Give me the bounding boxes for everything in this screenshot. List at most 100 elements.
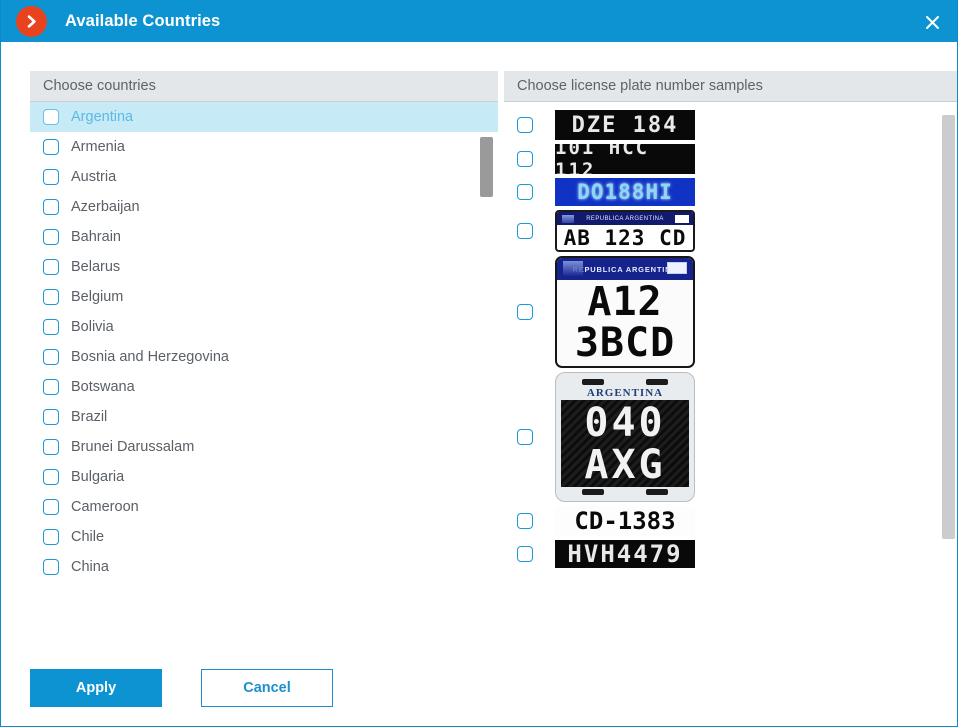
chevron-right-circle-icon	[16, 5, 47, 37]
country-list-item[interactable]: Austria	[30, 162, 498, 192]
plate-list-item[interactable]: ARGENTINA 040 AXG	[504, 372, 957, 502]
plate-text: 101 HCC 112	[555, 144, 650, 174]
country-list-item[interactable]: Brazil	[30, 402, 498, 432]
country-list-item[interactable]: Bolivia	[30, 312, 498, 342]
license-plate-image[interactable]: ARGENTINA 040 AXG	[555, 372, 695, 502]
plates-list[interactable]: DZE 184 101 HCC 112 DO188HI REPUBLICA ARGEN…	[504, 102, 957, 601]
country-label: Austria	[71, 169, 117, 185]
country-list-item[interactable]: Azerbaijan	[30, 192, 498, 222]
country-checkbox[interactable]	[43, 259, 59, 275]
plate-text: 040 AXG	[561, 400, 689, 487]
plate-checkbox[interactable]	[517, 513, 533, 529]
country-label: Azerbaijan	[71, 199, 140, 215]
plate-checkbox[interactable]	[517, 151, 533, 167]
plate-checkbox[interactable]	[517, 429, 533, 445]
sunburst-icon	[562, 214, 574, 223]
plate-list-item[interactable]: DZE 184	[504, 110, 957, 140]
countries-scrollbar[interactable]	[480, 102, 493, 601]
country-label: Brazil	[71, 409, 108, 425]
plates-scroll-thumb[interactable]	[942, 115, 955, 539]
country-list-item[interactable]: Bulgaria	[30, 462, 498, 492]
plate-country-band: REPUBLICA ARGENTINA	[557, 212, 693, 225]
plate-list-item[interactable]: REPUBLICA ARGENTINA A12 3BCD	[504, 256, 957, 368]
plate-list-item[interactable]: CD-1383	[504, 506, 957, 536]
country-list-item[interactable]: Botswana	[30, 372, 498, 402]
available-countries-dialog: Available Countries Choose countries Arg…	[0, 0, 958, 727]
plate-list-item[interactable]: DO188HI	[504, 178, 957, 206]
plate-checkbox[interactable]	[517, 223, 533, 239]
country-label: Botswana	[71, 379, 135, 395]
plate-list-item[interactable]: HVH4479	[504, 540, 957, 568]
country-label: Bahrain	[71, 229, 121, 245]
country-label: Armenia	[71, 139, 125, 155]
country-list-item[interactable]: Bosnia and Herzegovina	[30, 342, 498, 372]
country-list-item[interactable]: Belarus	[30, 252, 498, 282]
plate-band-text: REPUBLICA ARGENTINA	[586, 215, 664, 222]
country-list-item[interactable]: Brunei Darussalam	[30, 432, 498, 462]
window-title: Available Countries	[65, 11, 221, 30]
country-label: China	[71, 559, 109, 575]
country-checkbox[interactable]	[43, 529, 59, 545]
country-checkbox[interactable]	[43, 229, 59, 245]
country-list-item[interactable]: Cameroon	[30, 492, 498, 522]
plate-band-text: REPUBLICA ARGENTINA	[572, 264, 678, 274]
country-label: Belarus	[71, 259, 121, 275]
license-plate-image[interactable]: HVH4479	[555, 540, 695, 568]
plate-country-band: REPUBLICA ARGENTINA	[557, 258, 693, 280]
license-plate-image[interactable]: CD-1383	[555, 506, 695, 536]
plates-panel-header: Choose license plate number samples	[504, 71, 957, 102]
plate-text-line-1: 040	[584, 399, 666, 446]
country-checkbox[interactable]	[43, 289, 59, 305]
country-list-item[interactable]: China	[30, 552, 498, 582]
license-plate-image[interactable]: DO188HI	[555, 178, 695, 206]
country-checkbox[interactable]	[43, 379, 59, 395]
country-checkbox[interactable]	[43, 139, 59, 155]
country-label: Cameroon	[71, 499, 139, 515]
country-label: Chile	[71, 529, 105, 545]
country-checkbox[interactable]	[43, 349, 59, 365]
plate-text: DZE 184	[571, 112, 679, 138]
dialog-footer: Apply Cancel	[30, 669, 333, 707]
plates-scrollbar[interactable]	[942, 102, 955, 601]
license-plate-image[interactable]: DZE 184	[555, 110, 695, 140]
country-list-item[interactable]: Chile	[30, 522, 498, 552]
country-checkbox[interactable]	[43, 319, 59, 335]
plate-bolt-row-top	[561, 377, 689, 386]
mercosur-icon	[563, 261, 583, 276]
country-checkbox[interactable]	[43, 109, 59, 125]
country-checkbox[interactable]	[43, 499, 59, 515]
plate-bolt-row-bottom	[561, 487, 689, 496]
countries-list[interactable]: Argentina Armenia Austria Azerbaijan Bahrain…	[30, 102, 498, 601]
plate-checkbox[interactable]	[517, 546, 533, 562]
license-plate-image[interactable]: REPUBLICA ARGENTINA AB 123 CD	[555, 210, 695, 252]
plate-text: A12 3BCD	[557, 280, 693, 366]
country-list-item[interactable]: Armenia	[30, 132, 498, 162]
countries-panel-header: Choose countries	[30, 71, 498, 102]
plate-text: DO188HI	[577, 180, 673, 204]
apply-button[interactable]: Apply	[30, 669, 162, 707]
plate-checkbox[interactable]	[517, 184, 533, 200]
country-checkbox[interactable]	[43, 439, 59, 455]
country-label: Bosnia and Herzegovina	[71, 349, 229, 365]
plate-list-item[interactable]: 101 HCC 112	[504, 144, 957, 174]
country-checkbox[interactable]	[43, 169, 59, 185]
cancel-button[interactable]: Cancel	[201, 669, 333, 707]
country-list-item[interactable]: Argentina	[30, 102, 498, 132]
plate-checkbox[interactable]	[517, 304, 533, 320]
country-list-item[interactable]: Belgium	[30, 282, 498, 312]
country-checkbox[interactable]	[43, 469, 59, 485]
country-list-item[interactable]: Bahrain	[30, 222, 498, 252]
country-checkbox[interactable]	[43, 409, 59, 425]
country-checkbox[interactable]	[43, 199, 59, 215]
plate-checkbox[interactable]	[517, 117, 533, 133]
license-plate-image[interactable]: 101 HCC 112	[555, 144, 695, 174]
plate-text: HVH4479	[567, 540, 683, 568]
countries-scroll-thumb[interactable]	[480, 137, 493, 197]
plate-list-item[interactable]: REPUBLICA ARGENTINA AB 123 CD	[504, 210, 957, 252]
license-plate-image[interactable]: REPUBLICA ARGENTINA A12 3BCD	[555, 256, 695, 368]
close-icon[interactable]	[919, 9, 945, 35]
plate-text-line-1: A12	[587, 279, 663, 326]
countries-panel: Choose countries Argentina Armenia Austria…	[30, 71, 498, 601]
country-checkbox[interactable]	[43, 559, 59, 575]
plate-band-text: ARGENTINA	[586, 387, 664, 399]
